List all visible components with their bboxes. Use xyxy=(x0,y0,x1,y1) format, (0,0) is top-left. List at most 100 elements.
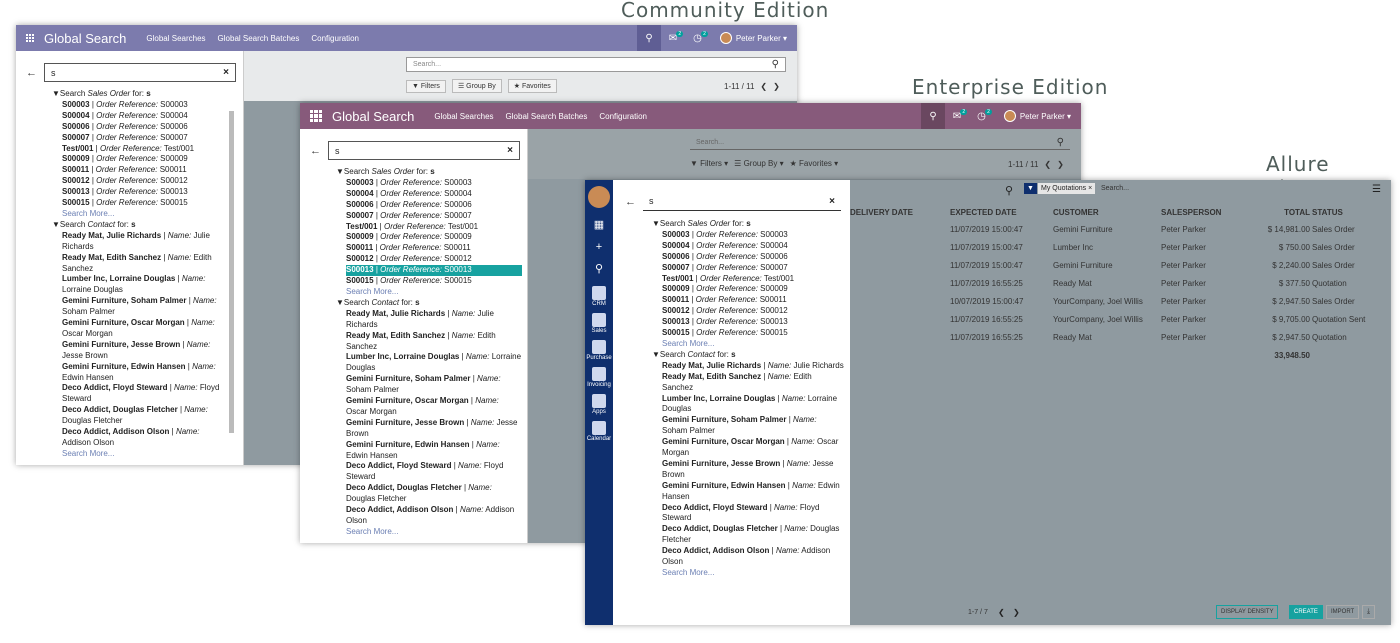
close-icon[interactable]: × xyxy=(223,67,229,78)
contact-result-row[interactable]: Deco Addict, Douglas Fletcher | Name: Do… xyxy=(62,405,230,427)
sales-order-result-row[interactable]: S00007 | Order Reference: S00007 xyxy=(662,263,844,274)
apps-grid-icon[interactable] xyxy=(310,110,322,122)
filter-icon[interactable]: ▼ xyxy=(1024,183,1037,194)
contact-result-row[interactable]: Gemini Furniture, Soham Palmer | Name: S… xyxy=(346,374,522,396)
contact-result-row[interactable]: Lumber Inc, Lorraine Douglas | Name: Lor… xyxy=(62,274,230,296)
contact-result-row[interactable]: Lumber Inc, Lorraine Douglas | Name: Lor… xyxy=(346,352,522,374)
sales-order-result-row[interactable]: S00012 | Order Reference: S00012 xyxy=(62,176,230,187)
column-header[interactable]: TOTAL xyxy=(1240,208,1310,217)
sales-order-result-row[interactable]: S00013 | Order Reference: S00013 xyxy=(346,265,522,277)
column-header[interactable]: DELIVERY DATE xyxy=(850,208,913,217)
contact-result-row[interactable]: Gemini Furniture, Jesse Brown | Name: Je… xyxy=(62,340,230,362)
back-arrow-icon[interactable]: ← xyxy=(26,67,37,79)
sales-order-result-row[interactable]: S00006 | Order Reference: S00006 xyxy=(62,122,230,133)
sales-order-result-row[interactable]: S00012 | Order Reference: S00012 xyxy=(662,306,844,317)
contact-result-row[interactable]: Gemini Furniture, Soham Palmer | Name: S… xyxy=(62,296,230,318)
sidebar-app-sales[interactable]: Sales xyxy=(585,313,613,334)
search-more-link[interactable]: Search More... xyxy=(662,339,844,350)
download-icon[interactable]: ⤓ xyxy=(1362,605,1376,619)
sales-order-result-row[interactable]: S00015 | Order Reference: S00015 xyxy=(346,276,522,287)
global-search-input[interactable]: s × xyxy=(643,192,841,211)
filters-button[interactable]: ▼ Filters xyxy=(406,79,446,93)
contact-group-header[interactable]: ▼Search Contact for: s xyxy=(336,298,522,309)
sidebar-app-invoicing[interactable]: Invoicing xyxy=(585,367,613,388)
menu-configuration[interactable]: Configuration xyxy=(311,34,359,43)
column-header[interactable]: CUSTOMER xyxy=(1053,208,1099,217)
contact-result-row[interactable]: Ready Mat, Edith Sanchez | Name: Edith S… xyxy=(62,253,230,275)
sales-order-group-header[interactable]: ▼Search Sales Order for: s xyxy=(336,167,522,178)
column-header[interactable]: EXPECTED DATE xyxy=(950,208,1017,217)
close-icon[interactable]: × xyxy=(829,196,835,207)
sales-order-result-row[interactable]: S00013 | Order Reference: S00013 xyxy=(62,187,230,198)
sales-order-result-row[interactable]: S00011 | Order Reference: S00011 xyxy=(662,295,844,306)
list-search-input[interactable]: Search... ⚲ xyxy=(406,57,786,72)
sidebar-app-apps[interactable]: Apps xyxy=(585,394,613,415)
pager-prev[interactable]: ❮ xyxy=(1044,160,1051,169)
groupby-button[interactable]: ☰ Group By ▾ xyxy=(734,159,783,168)
apps-grid-icon[interactable] xyxy=(26,34,34,42)
contact-group-header[interactable]: ▼Search Contact for: s xyxy=(52,220,230,231)
sales-order-result-row[interactable]: S00004 | Order Reference: S00004 xyxy=(62,111,230,122)
sales-order-result-row[interactable]: S00009 | Order Reference: S00009 xyxy=(346,232,522,243)
sales-order-result-row[interactable]: S00004 | Order Reference: S00004 xyxy=(662,241,844,252)
search-more-link[interactable]: Search More... xyxy=(62,209,230,220)
apps-grid-icon[interactable]: ▦ xyxy=(585,214,613,236)
magnifier-icon[interactable]: ⚲ xyxy=(1005,184,1013,197)
sidebar-app-purchase[interactable]: Purchase xyxy=(585,340,613,361)
magnifier-icon[interactable]: ⚲ xyxy=(772,59,779,70)
search-more-link[interactable]: Search More... xyxy=(662,568,844,579)
sales-order-result-row[interactable]: S00015 | Order Reference: S00015 xyxy=(62,198,230,209)
sales-order-group-header[interactable]: ▼Search Sales Order for: s xyxy=(52,89,230,100)
sales-order-result-row[interactable]: S00013 | Order Reference: S00013 xyxy=(662,317,844,328)
chat-icon[interactable]: ✉ 2 xyxy=(661,25,685,51)
favorites-button[interactable]: ★ Favorites ▾ xyxy=(790,159,839,168)
groupby-button[interactable]: ☰ Group By xyxy=(451,79,502,93)
contact-result-row[interactable]: Gemini Furniture, Jesse Brown | Name: Je… xyxy=(346,418,522,440)
sales-order-result-row[interactable]: S00006 | Order Reference: S00006 xyxy=(346,200,522,211)
contact-result-row[interactable]: Deco Addict, Floyd Steward | Name: Floyd… xyxy=(346,461,522,483)
contact-result-row[interactable]: Gemini Furniture, Edwin Hansen | Name: E… xyxy=(662,481,844,503)
contact-result-row[interactable]: Gemini Furniture, Oscar Morgan | Name: O… xyxy=(62,318,230,340)
pager-next[interactable]: ❯ xyxy=(1057,160,1064,169)
menu-configuration[interactable]: Configuration xyxy=(599,112,647,121)
contact-result-row[interactable]: Gemini Furniture, Oscar Morgan | Name: O… xyxy=(662,437,844,459)
menu-global-searches[interactable]: Global Searches xyxy=(146,34,205,43)
sales-order-result-row[interactable]: S00003 | Order Reference: S00003 xyxy=(346,178,522,189)
pager-prev[interactable]: ❮ xyxy=(760,82,767,91)
sales-order-result-row[interactable]: Test/001 | Order Reference: Test/001 xyxy=(346,222,522,233)
back-arrow-icon[interactable]: ← xyxy=(310,145,321,157)
filters-button[interactable]: ▼ Filters ▾ xyxy=(690,159,728,168)
sales-order-result-row[interactable]: S00011 | Order Reference: S00011 xyxy=(62,165,230,176)
sales-order-result-row[interactable]: S00004 | Order Reference: S00004 xyxy=(346,189,522,200)
global-search-input[interactable]: s × xyxy=(328,141,520,160)
search-icon[interactable]: ⚲ xyxy=(585,258,613,280)
user-menu[interactable]: Peter Parker ▾ xyxy=(994,110,1081,122)
contact-result-row[interactable]: Deco Addict, Floyd Steward | Name: Floyd… xyxy=(62,383,230,405)
magnifier-icon[interactable]: ⚲ xyxy=(1057,137,1064,148)
sales-order-result-row[interactable]: S00003 | Order Reference: S00003 xyxy=(662,230,844,241)
contact-group-header[interactable]: ▼Search Contact for: s xyxy=(652,350,844,361)
sales-order-result-row[interactable]: S00012 | Order Reference: S00012 xyxy=(346,254,522,265)
sales-order-group-header[interactable]: ▼Search Sales Order for: s xyxy=(652,219,844,230)
list-search-input[interactable]: Search... xyxy=(1101,185,1129,192)
contact-result-row[interactable]: Deco Addict, Addison Olson | Name: Addis… xyxy=(346,505,522,527)
contact-result-row[interactable]: Ready Mat, Edith Sanchez | Name: Edith S… xyxy=(662,372,844,394)
contact-result-row[interactable]: Gemini Furniture, Soham Palmer | Name: S… xyxy=(662,415,844,437)
close-icon[interactable]: × xyxy=(507,145,513,156)
contact-result-row[interactable]: Deco Addict, Addison Olson | Name: Addis… xyxy=(662,546,844,568)
search-more-link[interactable]: Search More... xyxy=(62,449,230,460)
avatar[interactable] xyxy=(588,186,610,208)
sales-order-result-row[interactable]: S00011 | Order Reference: S00011 xyxy=(346,243,522,254)
menu-list-icon[interactable]: ☰ xyxy=(1372,184,1381,195)
global-search-input[interactable]: s × xyxy=(44,63,236,82)
sales-order-result-row[interactable]: Test/001 | Order Reference: Test/001 xyxy=(662,274,844,285)
create-button[interactable]: CREATE xyxy=(1289,605,1323,619)
contact-result-row[interactable]: Deco Addict, Douglas Fletcher | Name: Do… xyxy=(346,483,522,505)
contact-result-row[interactable]: Deco Addict, Floyd Steward | Name: Floyd… xyxy=(662,503,844,525)
list-search-input[interactable]: Search... ⚲ xyxy=(690,135,1070,150)
sales-order-result-row[interactable]: S00009 | Order Reference: S00009 xyxy=(62,154,230,165)
column-header[interactable]: SALESPERSON xyxy=(1161,208,1221,217)
pager-prev[interactable]: ❮ xyxy=(998,608,1005,617)
sales-order-result-row[interactable]: S00009 | Order Reference: S00009 xyxy=(662,284,844,295)
pager-next[interactable]: ❯ xyxy=(773,82,780,91)
